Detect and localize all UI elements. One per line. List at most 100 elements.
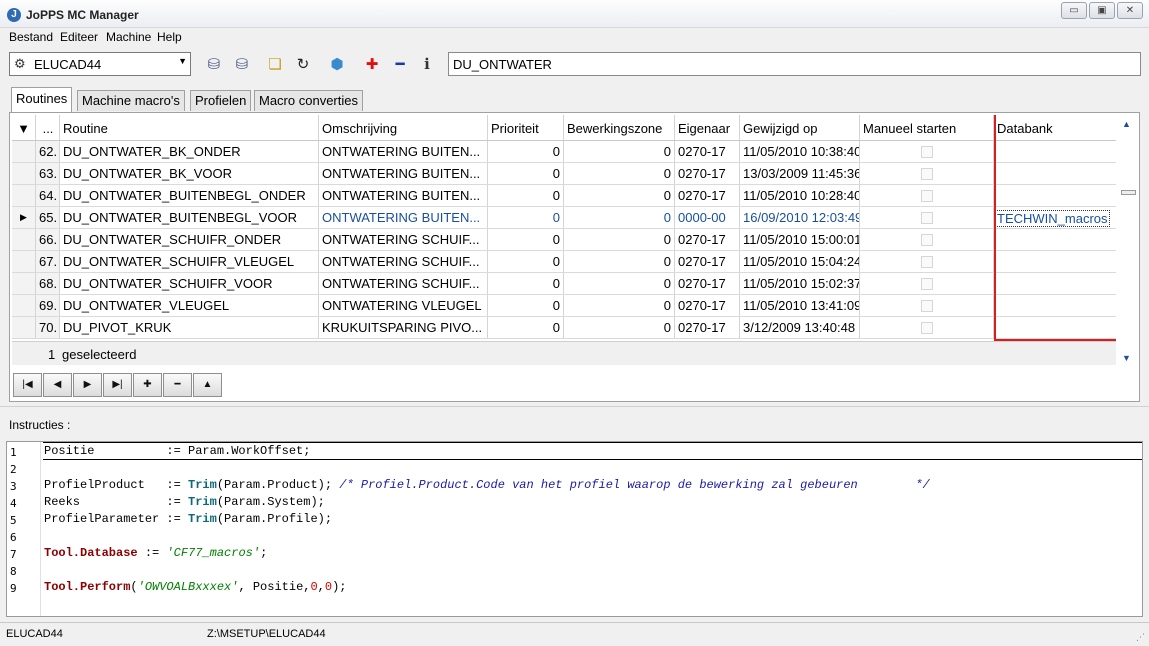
- cell-eigenaar[interactable]: 0270-17: [675, 295, 740, 316]
- table-row[interactable]: 64. DU_ONTWATER_BUITENBEGL_ONDER ONTWATERI…: [12, 185, 1116, 207]
- row-indicator[interactable]: [12, 185, 36, 206]
- col-header-nr[interactable]: ...: [36, 115, 60, 140]
- cell-zone[interactable]: 0: [564, 141, 675, 162]
- cell-zone[interactable]: 0: [564, 163, 675, 184]
- cell-databank[interactable]: [994, 141, 1116, 162]
- manueel-starten-checkbox[interactable]: [920, 212, 933, 224]
- col-header-omschrijving[interactable]: Omschrijving: [319, 115, 488, 140]
- cell-databank[interactable]: [994, 163, 1116, 184]
- cell-eigenaar[interactable]: 0270-17: [675, 185, 740, 206]
- close-button[interactable]: ✕: [1117, 2, 1143, 19]
- manueel-starten-checkbox[interactable]: [920, 190, 933, 202]
- cell-prioriteit[interactable]: 0: [488, 163, 564, 184]
- cell-omschrijving[interactable]: ONTWATERING BUITEN...: [319, 141, 488, 162]
- table-row[interactable]: 70. DU_PIVOT_KRUK KRUKUITSPARING PIVO... 0 0…: [12, 317, 1116, 339]
- first-record-button[interactable]: |◀: [13, 373, 42, 397]
- manueel-starten-checkbox[interactable]: [920, 256, 933, 268]
- menu-help[interactable]: Help: [157, 30, 182, 44]
- info-icon[interactable]: ℹ: [416, 54, 438, 76]
- tab-routines[interactable]: Routines: [11, 87, 73, 112]
- cell-zone[interactable]: 0: [564, 295, 675, 316]
- manueel-starten-checkbox[interactable]: [920, 168, 933, 180]
- next-record-button[interactable]: ▶: [73, 373, 102, 397]
- refresh-icon[interactable]: ↻: [292, 54, 314, 76]
- cell-prioriteit[interactable]: 0: [488, 185, 564, 206]
- cell-eigenaar[interactable]: 0270-17: [675, 163, 740, 184]
- cell-zone[interactable]: 0: [564, 207, 675, 228]
- manueel-starten-checkbox[interactable]: [920, 322, 933, 334]
- cell-routine[interactable]: DU_ONTWATER_BK_VOOR: [60, 163, 319, 184]
- cell-omschrijving[interactable]: ONTWATERING SCHUIF...: [319, 229, 488, 250]
- cell-eigenaar[interactable]: 0270-17: [675, 229, 740, 250]
- cell-zone[interactable]: 0: [564, 229, 675, 250]
- cell-routine[interactable]: DU_ONTWATER_BUITENBEGL_VOOR: [60, 207, 319, 228]
- cell-prioriteit[interactable]: 0: [488, 273, 564, 294]
- cell-eigenaar[interactable]: 0270-17: [675, 273, 740, 294]
- row-indicator[interactable]: [12, 317, 36, 338]
- cell-zone[interactable]: 0: [564, 317, 675, 338]
- cell-routine[interactable]: DU_ONTWATER_SCHUIFR_VOOR: [60, 273, 319, 294]
- package-icon[interactable]: ⬢: [326, 54, 348, 76]
- restore-button[interactable]: ▣: [1089, 2, 1115, 19]
- cell-prioriteit[interactable]: 0: [488, 251, 564, 272]
- cell-databank[interactable]: [994, 317, 1116, 338]
- code-line[interactable]: ProfielParameter := Trim(Param.Profile);: [44, 512, 332, 526]
- col-header-routine[interactable]: Routine: [60, 115, 319, 140]
- column-menu-icon[interactable]: ▼: [12, 115, 36, 140]
- minimize-button[interactable]: ▭: [1061, 2, 1087, 19]
- col-header-databank[interactable]: Databank: [994, 115, 1116, 140]
- vertical-scrollbar[interactable]: ▲ ▼: [1118, 115, 1138, 365]
- cell-eigenaar[interactable]: 0270-17: [675, 141, 740, 162]
- cell-omschrijving[interactable]: ONTWATERING BUITEN...: [319, 163, 488, 184]
- insert-record-button[interactable]: ✚: [133, 373, 162, 397]
- search-input[interactable]: [449, 53, 1140, 75]
- manueel-starten-checkbox[interactable]: [920, 234, 933, 246]
- row-indicator[interactable]: [12, 295, 36, 316]
- tab-machine-macros[interactable]: Machine macro's: [77, 90, 185, 111]
- db-import-icon[interactable]: ⛁: [231, 54, 253, 76]
- cell-gewijzigd[interactable]: 11/05/2010 10:38:40: [740, 141, 860, 162]
- tab-profielen[interactable]: Profielen: [190, 90, 252, 111]
- code-line[interactable]: Tool.Database := 'CF77_macros';: [44, 546, 267, 560]
- manueel-starten-checkbox[interactable]: [920, 146, 933, 158]
- cell-gewijzigd[interactable]: 11/05/2010 15:02:37: [740, 273, 860, 294]
- cell-eigenaar[interactable]: 0270-17: [675, 251, 740, 272]
- cell-prioriteit[interactable]: 0: [488, 207, 564, 228]
- cell-omschrijving[interactable]: ONTWATERING BUITEN...: [319, 185, 488, 206]
- delete-record-button[interactable]: ━: [163, 373, 192, 397]
- menu-machine[interactable]: Machine: [106, 30, 151, 44]
- cell-databank[interactable]: [994, 229, 1116, 250]
- cell-databank[interactable]: [994, 185, 1116, 206]
- cell-zone[interactable]: 0: [564, 185, 675, 206]
- cell-prioriteit[interactable]: 0: [488, 295, 564, 316]
- code-line[interactable]: Tool.Perform('OWVOALBxxxex', Positie,0,0…: [44, 580, 346, 594]
- edit-record-button[interactable]: ▲: [193, 373, 222, 397]
- cell-routine[interactable]: DU_ONTWATER_VLEUGEL: [60, 295, 319, 316]
- last-record-button[interactable]: ▶|: [103, 373, 132, 397]
- row-indicator[interactable]: [12, 229, 36, 250]
- row-indicator[interactable]: [12, 141, 36, 162]
- cell-routine[interactable]: DU_ONTWATER_BK_ONDER: [60, 141, 319, 162]
- cell-routine[interactable]: DU_ONTWATER_BUITENBEGL_ONDER: [60, 185, 319, 206]
- table-row[interactable]: ▶ 65. DU_ONTWATER_BUITENBEGL_VOOR ONTWATERI…: [12, 207, 1116, 229]
- table-row[interactable]: 63. DU_ONTWATER_BK_VOOR ONTWATERING BUITEN…: [12, 163, 1116, 185]
- cell-prioriteit[interactable]: 0: [488, 229, 564, 250]
- row-indicator[interactable]: [12, 273, 36, 294]
- databank-value[interactable]: TECHWIN_macros: [995, 210, 1110, 227]
- scroll-up-icon[interactable]: ▲: [1122, 119, 1131, 129]
- scroll-down-icon[interactable]: ▼: [1122, 353, 1131, 363]
- code-line[interactable]: Reeks := Trim(Param.System);: [44, 495, 325, 509]
- table-row[interactable]: 68. DU_ONTWATER_SCHUIFR_VOOR ONTWATERING S…: [12, 273, 1116, 295]
- row-indicator[interactable]: [12, 163, 36, 184]
- cell-gewijzigd[interactable]: 11/05/2010 15:04:24: [740, 251, 860, 272]
- instructions-editor[interactable]: 1 Positie := Param.WorkOffset; 2 3 ProfielPr…: [6, 441, 1143, 617]
- table-row[interactable]: 69. DU_ONTWATER_VLEUGEL ONTWATERING VLEUGE…: [12, 295, 1116, 317]
- col-header-manueel[interactable]: Manueel starten: [860, 115, 994, 140]
- manueel-starten-checkbox[interactable]: [920, 300, 933, 312]
- cell-prioriteit[interactable]: 0: [488, 317, 564, 338]
- code-line[interactable]: ProfielProduct := Trim(Param.Product); /…: [44, 478, 930, 492]
- cell-databank[interactable]: TECHWIN_macros: [994, 207, 1116, 228]
- resize-grip-icon[interactable]: ⋰: [1136, 632, 1145, 643]
- cell-eigenaar[interactable]: 0270-17: [675, 317, 740, 338]
- cell-routine[interactable]: DU_ONTWATER_SCHUIFR_ONDER: [60, 229, 319, 250]
